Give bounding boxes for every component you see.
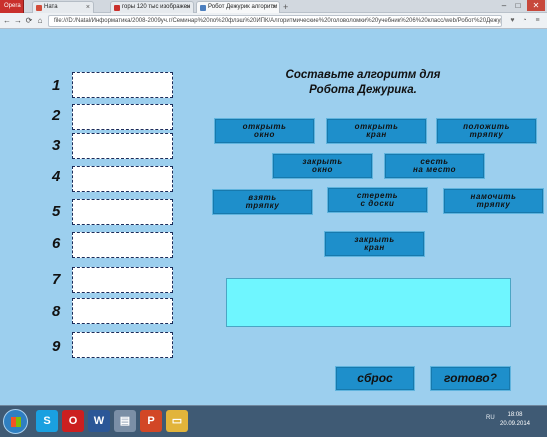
task-title-line-1: Составьте алгоритм для xyxy=(285,69,441,81)
command-take-rag[interactable]: взять тряпку xyxy=(212,189,313,215)
home-button[interactable]: ⌂ xyxy=(35,15,45,26)
tab-2[interactable]: горы 120 тыс изображен × xyxy=(110,1,194,13)
explorer-taskbar-icon[interactable]: ▭ xyxy=(166,410,188,432)
powerpoint-taskbar-icon[interactable]: P xyxy=(140,410,162,432)
command-open-tap[interactable]: открыть кран xyxy=(326,118,427,144)
language-indicator[interactable]: RU xyxy=(486,415,495,421)
command-put-rag[interactable]: положить тряпку xyxy=(436,118,537,144)
answer-slot-6[interactable] xyxy=(72,232,173,258)
command-wet-rag[interactable]: намочить тряпку xyxy=(443,188,544,214)
answer-slot-1[interactable] xyxy=(72,72,173,98)
tab-label: горы 120 тыс изображен xyxy=(122,4,191,10)
answer-slot-4[interactable] xyxy=(72,166,173,192)
slot-number: 6 xyxy=(52,235,61,252)
word-taskbar-icon[interactable]: W xyxy=(88,410,110,432)
forward-button[interactable]: → xyxy=(13,15,23,26)
system-clock[interactable]: 18:08 20.09.2014 xyxy=(495,411,535,429)
opera-taskbar-icon[interactable]: O xyxy=(62,410,84,432)
url-input[interactable]: file:///D:/Natal/Информатика/2008-2009уч… xyxy=(48,15,502,27)
start-button[interactable] xyxy=(3,409,28,434)
tab-favicon-icon xyxy=(36,5,42,11)
reload-button[interactable]: ⟳ xyxy=(24,15,34,26)
slot-number: 1 xyxy=(52,77,61,94)
command-wipe-board[interactable]: стереть с доски xyxy=(327,187,428,213)
command-close-tap[interactable]: закрыть кран xyxy=(324,231,425,257)
tab-favicon-icon xyxy=(200,5,206,11)
slot-number: 7 xyxy=(52,271,61,288)
tab-label: Робот Дежурик алгоритм xyxy=(208,4,278,10)
tab-favicon-icon xyxy=(114,5,120,11)
clock-time: 18:08 xyxy=(507,412,523,418)
slot-number: 5 xyxy=(52,203,61,220)
new-tab-button[interactable]: + xyxy=(283,2,288,12)
task-title: Составьте алгоритм для Робота Дежурика. xyxy=(268,68,458,98)
clock-date: 20.09.2014 xyxy=(499,421,531,427)
close-window-button[interactable]: ✕ xyxy=(527,0,545,11)
bookmark-heart-icon[interactable]: ♥ xyxy=(508,16,517,25)
skype-taskbar-icon[interactable]: S xyxy=(36,410,58,432)
tab-3-active[interactable]: Робот Дежурик алгоритм × xyxy=(196,1,280,13)
result-message-box xyxy=(226,278,511,327)
opera-menu-button[interactable]: Opera xyxy=(0,0,24,13)
slot-number: 3 xyxy=(52,137,61,154)
tab-close-icon[interactable]: × xyxy=(272,2,276,13)
command-sit-down[interactable]: сесть на место xyxy=(384,153,485,179)
check-button[interactable]: готово? xyxy=(430,366,511,391)
answer-slot-3[interactable] xyxy=(72,133,173,159)
flash-app: 1 2 3 4 5 6 7 8 9 Составьте алгоритм для… xyxy=(0,30,547,405)
reset-button[interactable]: сброс xyxy=(335,366,415,391)
maximize-button[interactable]: □ xyxy=(511,0,525,11)
slot-number: 2 xyxy=(52,107,61,124)
answer-slot-7[interactable] xyxy=(72,267,173,293)
back-button[interactable]: ← xyxy=(2,15,12,26)
os-taskbar: S O W ▤ P ▭ RU 18:08 20.09.2014 xyxy=(0,405,547,437)
tab-close-icon[interactable]: × xyxy=(186,2,190,13)
tab-close-icon[interactable]: × xyxy=(86,2,90,13)
task-title-line-2: Робота Дежурика. xyxy=(309,84,417,96)
tab-1[interactable]: Натa × xyxy=(32,1,94,13)
slot-number: 8 xyxy=(52,303,61,320)
address-bar: ← → ⟳ ⌂ file:///D:/Natal/Информатика/200… xyxy=(0,13,547,29)
answer-slot-5[interactable] xyxy=(72,199,173,225)
command-close-window[interactable]: закрыть окно xyxy=(272,153,373,179)
tab-label: Натa xyxy=(44,4,58,10)
downloads-icon[interactable]: ◔ xyxy=(520,16,529,25)
slot-number: 4 xyxy=(52,168,61,185)
answer-slot-8[interactable] xyxy=(72,298,173,324)
answer-slot-2[interactable] xyxy=(72,104,173,130)
command-open-window[interactable]: открыть окно xyxy=(214,118,315,144)
menu-icon[interactable]: ≡ xyxy=(533,16,542,25)
browser-tab-bar: Opera Натa × горы 120 тыс изображен × Ро… xyxy=(0,0,547,13)
slot-number: 9 xyxy=(52,338,61,355)
answer-slot-9[interactable] xyxy=(72,332,173,358)
notepad-taskbar-icon[interactable]: ▤ xyxy=(114,410,136,432)
minimize-button[interactable]: – xyxy=(497,0,511,11)
